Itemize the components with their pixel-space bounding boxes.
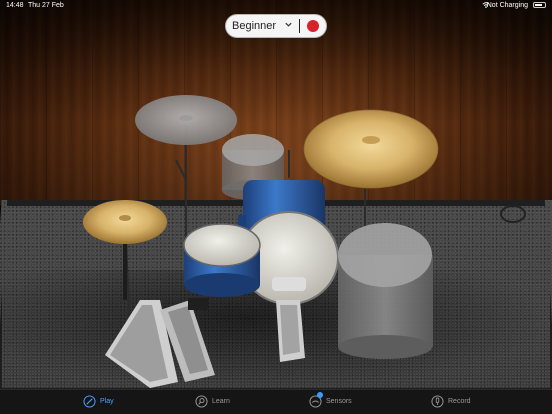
ride-cymbal[interactable] bbox=[303, 109, 439, 189]
magnifier-icon bbox=[195, 395, 208, 408]
status-date: Thu 27 Feb bbox=[28, 2, 64, 9]
record-button[interactable] bbox=[307, 20, 319, 32]
control-divider bbox=[299, 19, 300, 33]
drum-app-screen: 14:48 Thu 27 Feb Not Charging Beginner P… bbox=[0, 0, 552, 414]
drum-kit bbox=[83, 95, 439, 388]
snare-drum[interactable] bbox=[183, 223, 261, 297]
microphone-icon bbox=[431, 395, 444, 408]
tab-sensors-label: Sensors bbox=[326, 398, 352, 405]
tab-play-label: Play bbox=[100, 398, 114, 405]
battery-icon bbox=[533, 2, 546, 8]
kick-pedal[interactable] bbox=[272, 277, 306, 362]
floor-tom[interactable] bbox=[338, 223, 433, 359]
crash-cymbal[interactable] bbox=[135, 95, 237, 145]
level-label: Beginner bbox=[232, 20, 277, 32]
tab-bar: Play Learn Sensors Record bbox=[0, 389, 552, 414]
hi-hat-cymbal[interactable] bbox=[83, 200, 167, 300]
tab-learn-label: Learn bbox=[212, 398, 230, 405]
status-time: 14:48 bbox=[6, 2, 24, 9]
sensors-badge bbox=[317, 392, 323, 398]
tab-record-label: Record bbox=[448, 398, 471, 405]
level-record-control: Beginner bbox=[225, 14, 327, 38]
level-dropdown[interactable]: Beginner bbox=[228, 17, 298, 35]
chevron-down-icon bbox=[285, 22, 292, 27]
drumstick-icon bbox=[83, 395, 96, 408]
battery-status-text: Not Charging bbox=[486, 2, 528, 9]
